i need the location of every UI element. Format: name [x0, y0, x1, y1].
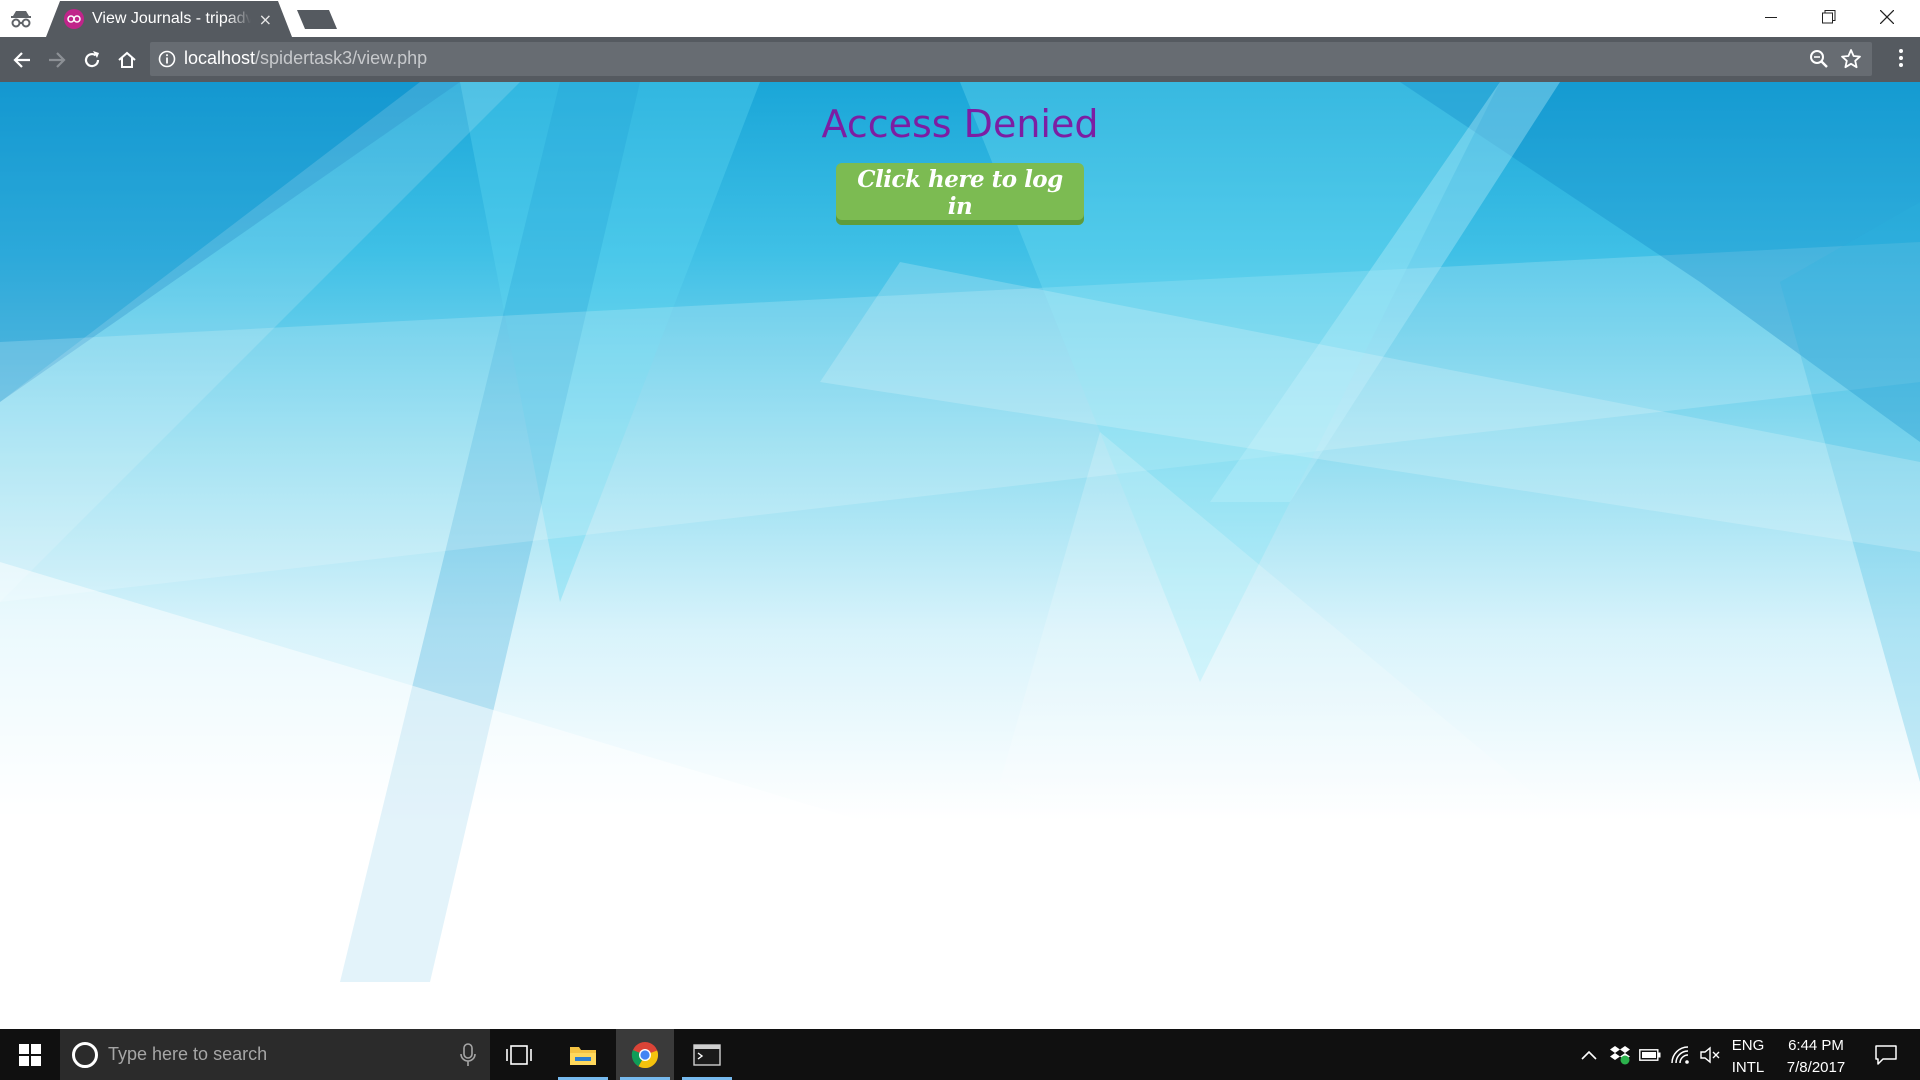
zoom-icon[interactable]	[1808, 48, 1830, 70]
clock[interactable]: 6:44 PM 7/8/2017	[1774, 1035, 1858, 1079]
tab-close-icon[interactable]: ×	[259, 10, 272, 29]
clock-time: 6:44 PM	[1788, 1037, 1844, 1054]
back-arrow-icon[interactable]	[8, 46, 36, 74]
star-icon[interactable]	[1840, 48, 1862, 70]
home-icon[interactable]	[113, 46, 141, 74]
incognito-icon	[6, 6, 36, 32]
page-title: Access Denied	[821, 102, 1099, 146]
file-explorer-icon[interactable]	[554, 1029, 612, 1080]
language-indicator[interactable]: ENG INTL	[1728, 1035, 1768, 1079]
reload-icon[interactable]	[78, 46, 106, 74]
url-path: /spidertask3/view.php	[255, 48, 428, 68]
minimize-icon[interactable]	[1742, 0, 1800, 34]
chevron-up-icon[interactable]	[1574, 1029, 1604, 1080]
browser-tab-active[interactable]: View Journals - tripadvisor ×	[46, 1, 292, 37]
volume-muted-icon[interactable]	[1696, 1029, 1726, 1080]
wifi-icon[interactable]	[1666, 1029, 1696, 1080]
cortana-icon	[72, 1041, 98, 1068]
taskbar-search-box[interactable]: Type here to search	[60, 1029, 490, 1080]
clock-date: 7/8/2017	[1786, 1059, 1846, 1076]
action-center-icon[interactable]	[1866, 1029, 1906, 1080]
address-bar[interactable]: localhost/spidertask3/view.php	[150, 42, 1872, 76]
close-icon[interactable]	[1858, 0, 1916, 34]
chrome-icon[interactable]	[616, 1029, 674, 1080]
browser-titlebar: View Journals - tripadvisor ×	[0, 0, 1920, 37]
keyboard-layout: INTL	[1731, 1059, 1765, 1076]
tripadvisor-icon	[64, 9, 84, 29]
info-icon[interactable]	[158, 50, 176, 68]
restore-icon[interactable]	[1800, 0, 1858, 34]
language-code: ENG	[1731, 1037, 1765, 1054]
new-tab-button[interactable]	[297, 10, 337, 29]
tab-title: View Journals - tripadvisor	[92, 10, 251, 27]
url-text[interactable]: localhost/spidertask3/view.php	[184, 48, 427, 69]
page-viewport: Access Denied Click here to log in	[0, 82, 1920, 1029]
kebab-menu-icon[interactable]	[1898, 47, 1908, 73]
windows-start-icon[interactable]	[0, 1029, 60, 1080]
forward-arrow-icon[interactable]	[43, 46, 71, 74]
task-view-icon[interactable]	[490, 1029, 548, 1080]
microphone-icon[interactable]	[458, 1042, 478, 1068]
windows-taskbar: Type here to search ENG INTL 6:44 PM 7/8…	[0, 1029, 1920, 1080]
browser-toolbar: localhost/spidertask3/view.php	[0, 37, 1920, 82]
search-placeholder: Type here to search	[108, 1044, 268, 1064]
battery-icon[interactable]	[1635, 1029, 1665, 1080]
dropbox-icon[interactable]	[1605, 1029, 1635, 1080]
terminal-icon[interactable]	[678, 1029, 736, 1080]
url-host: localhost	[184, 48, 256, 68]
login-button[interactable]: Click here to log in	[836, 163, 1084, 225]
